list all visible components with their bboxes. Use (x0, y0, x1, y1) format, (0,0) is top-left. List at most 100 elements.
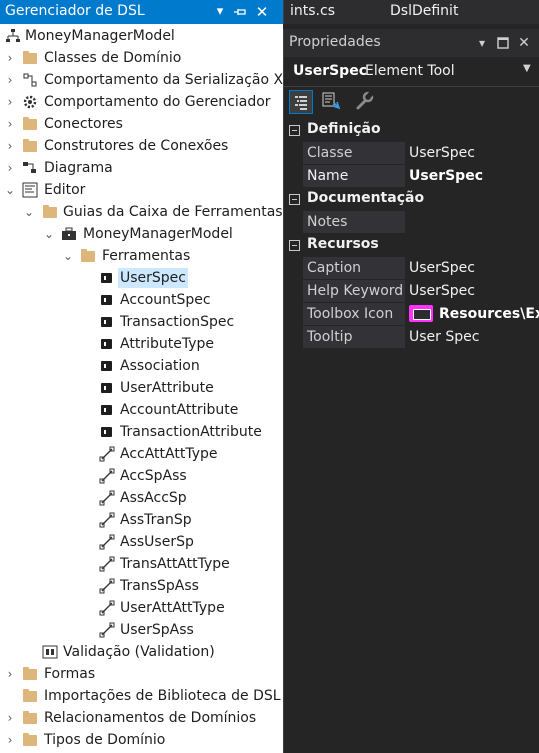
collapse-icon[interactable] (289, 240, 300, 251)
properties-window: Propriedades ▾ ✕ UserSpec Element Tool ▼ (283, 29, 539, 753)
chevron-right-icon[interactable]: › (3, 729, 17, 751)
tree-item-domain-relationships[interactable]: › Relacionamentos de Domínios (0, 707, 283, 729)
collapse-icon[interactable] (289, 194, 300, 205)
property-name: Name (303, 165, 405, 187)
collapse-icon[interactable] (289, 125, 300, 136)
model-tree-icon (5, 28, 21, 44)
category-documentation[interactable]: Documentação (284, 188, 539, 211)
tree-item-domain-types[interactable]: › Tipos de Domínio (0, 729, 283, 751)
property-row-tooltip[interactable]: Tooltip User Spec (284, 326, 539, 349)
wrench-icon[interactable] (353, 90, 377, 114)
chevron-right-icon[interactable]: › (3, 157, 17, 179)
property-value[interactable]: UserSpec (406, 257, 539, 279)
tree-item-assaccsp[interactable]: AssAccSp (0, 487, 283, 509)
chevron-right-icon[interactable]: › (3, 707, 17, 729)
close-icon[interactable]: ✕ (517, 34, 531, 52)
property-value[interactable]: UserSpec (406, 142, 539, 164)
category-definition[interactable]: Definição (284, 119, 539, 142)
tree-item-validation[interactable]: Validação (Validation) (0, 641, 283, 663)
chevron-right-icon[interactable]: › (3, 69, 17, 91)
chevron-right-icon[interactable]: › (3, 135, 17, 157)
tree-item-toolbox-model[interactable]: ⌄ MoneyManagerModel (0, 223, 283, 245)
chevron-down-icon[interactable]: ⌄ (42, 223, 56, 245)
property-row-caption[interactable]: Caption UserSpec (284, 257, 539, 280)
tree-item-connection-builders[interactable]: › Construtores de Conexões (0, 135, 283, 157)
properties-toolbar (284, 87, 539, 117)
property-value-container[interactable]: Resources\Exa (406, 303, 539, 325)
tree-item-label: AccountSpec (120, 292, 211, 308)
property-name: Classe (303, 142, 405, 164)
property-pages-icon[interactable] (320, 90, 344, 114)
selected-object-name: UserSpec (293, 63, 367, 79)
property-row-help-keyword[interactable]: Help Keyword UserSpec (284, 280, 539, 303)
tree-item-association[interactable]: Association (0, 355, 283, 377)
chevron-right-icon[interactable]: › (3, 91, 17, 113)
close-icon[interactable]: ✕ (254, 3, 270, 21)
element-tool-icon (99, 358, 115, 374)
tree-item-transattatttype[interactable]: TransAttAttType (0, 553, 283, 575)
gear-icon (22, 94, 38, 110)
tree-item-label: UserAttAttType (120, 600, 225, 616)
tree-item-editor[interactable]: ⌄ Editor (0, 179, 283, 201)
properties-title-bar: Propriedades ▾ ✕ (284, 29, 539, 57)
chevron-down-icon[interactable]: ⌄ (3, 179, 17, 201)
tree-item-explorer-behavior[interactable]: › Comportamento do Gerenciador (0, 91, 283, 113)
tree-item-asstransp[interactable]: AssTranSp (0, 509, 283, 531)
tree-item-label: Formas (44, 666, 96, 682)
tree-item-userspec[interactable]: UserSpec (0, 267, 283, 289)
dropdown-icon[interactable]: ▾ (475, 34, 489, 52)
tree-item-transactionattribute[interactable]: TransactionAttribute (0, 421, 283, 443)
tab-ints-cs[interactable]: ints.cs (290, 0, 335, 24)
chevron-right-icon[interactable]: › (3, 47, 17, 69)
tree-item-label: Comportamento do Gerenciador (44, 94, 271, 110)
property-value[interactable]: UserSpec (406, 165, 539, 187)
tree-item-accountattribute[interactable]: AccountAttribute (0, 399, 283, 421)
property-row-name[interactable]: Name UserSpec (284, 165, 539, 188)
chevron-down-icon[interactable]: ⌄ (22, 201, 36, 223)
tree-item-accountspec[interactable]: AccountSpec (0, 289, 283, 311)
chevron-down-icon[interactable]: ▼ (523, 63, 531, 74)
tree-item-root-model[interactable]: MoneyManagerModel (0, 25, 283, 47)
maximize-icon[interactable] (496, 34, 510, 52)
tree-item-connectors[interactable]: › Conectores (0, 113, 283, 135)
tree-item-userattatttype[interactable]: UserAttAttType (0, 597, 283, 619)
tree-item-label: TransactionAttribute (120, 424, 262, 440)
property-row-toolbox-icon[interactable]: Toolbox Icon Resources\Exa (284, 303, 539, 326)
categorized-icon[interactable] (289, 90, 313, 114)
dropdown-icon[interactable]: ▾ (212, 3, 228, 21)
object-selector[interactable]: UserSpec Element Tool ▼ (284, 57, 539, 87)
tab-dsldefinition[interactable]: DslDefinit (390, 0, 458, 24)
selected-object-type: Element Tool (365, 63, 455, 79)
property-value[interactable]: User Spec (406, 326, 539, 348)
tree-item-tools-folder[interactable]: ⌄ Ferramentas (0, 245, 283, 267)
tree-item-shapes[interactable]: › Formas (0, 663, 283, 685)
chevron-right-icon[interactable]: › (3, 113, 17, 135)
tree-item-transactionspec[interactable]: TransactionSpec (0, 311, 283, 333)
tree-item-userattribute[interactable]: UserAttribute (0, 377, 283, 399)
connection-tool-icon (99, 622, 115, 638)
tree-item-transspass[interactable]: TransSpAss (0, 575, 283, 597)
tree-item-accattatttype[interactable]: AccAttAttType (0, 443, 283, 465)
category-resources[interactable]: Recursos (284, 234, 539, 257)
pin-icon[interactable] (232, 3, 248, 21)
tree-item-label: Importações de Biblioteca de DSL (44, 688, 281, 704)
property-row-classe[interactable]: Classe UserSpec (284, 142, 539, 165)
element-tool-icon (99, 292, 115, 308)
chevron-right-icon[interactable]: › (3, 663, 17, 685)
property-value[interactable] (406, 211, 539, 233)
tree-item-domain-classes[interactable]: › Classes de Domínio (0, 47, 283, 69)
tree-item-userspass[interactable]: UserSpAss (0, 619, 283, 641)
property-value[interactable]: UserSpec (406, 280, 539, 302)
tree-item-dsl-library-imports[interactable]: Importações de Biblioteca de DSL (0, 685, 283, 707)
tree-item-assusersp[interactable]: AssUserSp (0, 531, 283, 553)
tree-item-diagram[interactable]: › Diagrama (0, 157, 283, 179)
element-tool-icon (99, 402, 115, 418)
property-row-notes[interactable]: Notes (284, 211, 539, 234)
tree-item-attributetype[interactable]: AttributeType (0, 333, 283, 355)
tree-item-xml-serialization[interactable]: › Comportamento da Serialização XML (0, 69, 283, 91)
folder-icon (80, 248, 96, 264)
tree-item-label: AccountAttribute (120, 402, 239, 418)
tree-item-toolbox-tabs[interactable]: ⌄ Guias da Caixa de Ferramentas (0, 201, 283, 223)
tree-item-accspass[interactable]: AccSpAss (0, 465, 283, 487)
chevron-down-icon[interactable]: ⌄ (61, 245, 75, 267)
